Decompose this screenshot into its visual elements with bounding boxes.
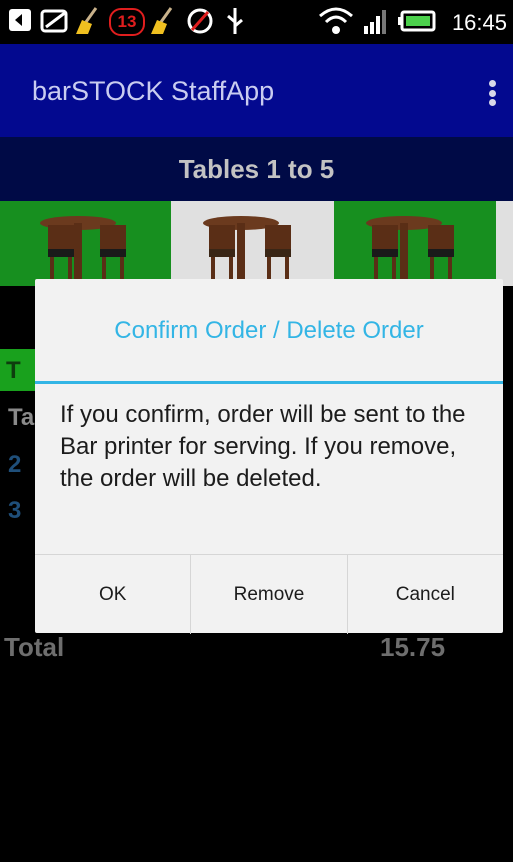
- app-title: barSTOCK StaffApp: [32, 76, 275, 106]
- action-bar: barSTOCK StaffApp: [0, 44, 513, 137]
- clock: 16:45: [451, 10, 507, 35]
- dialog-title: Confirm Order / Delete Order: [114, 317, 424, 344]
- table-chairs-icon: [366, 216, 454, 285]
- back-arrow-icon: [9, 9, 31, 31]
- table-chairs-icon: [40, 216, 126, 285]
- slash-icon: [187, 8, 213, 34]
- order-row-fragment: 3: [8, 497, 22, 524]
- remove-button[interactable]: Remove: [190, 555, 346, 634]
- notification-badge-icon: 13: [109, 8, 145, 36]
- broom-icon: [76, 7, 98, 34]
- notification-count: 13: [117, 12, 137, 31]
- total-value: 15.75: [380, 632, 446, 662]
- dialog-button-bar: OK Remove Cancel: [35, 554, 503, 634]
- order-row-fragment: 2: [8, 451, 22, 478]
- broom-icon: [151, 7, 173, 34]
- confirm-order-dialog: Confirm Order / Delete Order If you conf…: [35, 279, 503, 634]
- ok-button[interactable]: OK: [35, 555, 190, 634]
- dialog-message: If you confirm, order will be sent to th…: [60, 401, 466, 492]
- table-chairs-icon: [203, 216, 291, 285]
- tables-header: Tables 1 to 5: [0, 137, 513, 201]
- order-header-fragment: Ta: [8, 404, 35, 431]
- table-tile-2[interactable]: [171, 201, 334, 286]
- total-label: Total: [4, 632, 65, 662]
- overflow-menu-icon[interactable]: [489, 80, 497, 106]
- battery-icon: [398, 10, 436, 32]
- dialog-divider: [35, 381, 503, 384]
- table-strip: [0, 201, 513, 286]
- tab-label-fragment: T: [6, 357, 21, 384]
- status-bar: 13 16:45: [0, 0, 513, 44]
- usb-icon: [227, 8, 243, 34]
- signal-icon: [364, 10, 386, 34]
- cancel-button[interactable]: Cancel: [346, 555, 503, 634]
- table-tile-3[interactable]: [334, 201, 496, 286]
- image-icon: [40, 9, 68, 33]
- tab-indicator: T: [0, 349, 36, 391]
- table-tile-1[interactable]: [0, 201, 171, 286]
- tables-title: Tables 1 to 5: [178, 154, 335, 184]
- table-tile-4[interactable]: [496, 201, 513, 286]
- wifi-icon: [319, 7, 353, 34]
